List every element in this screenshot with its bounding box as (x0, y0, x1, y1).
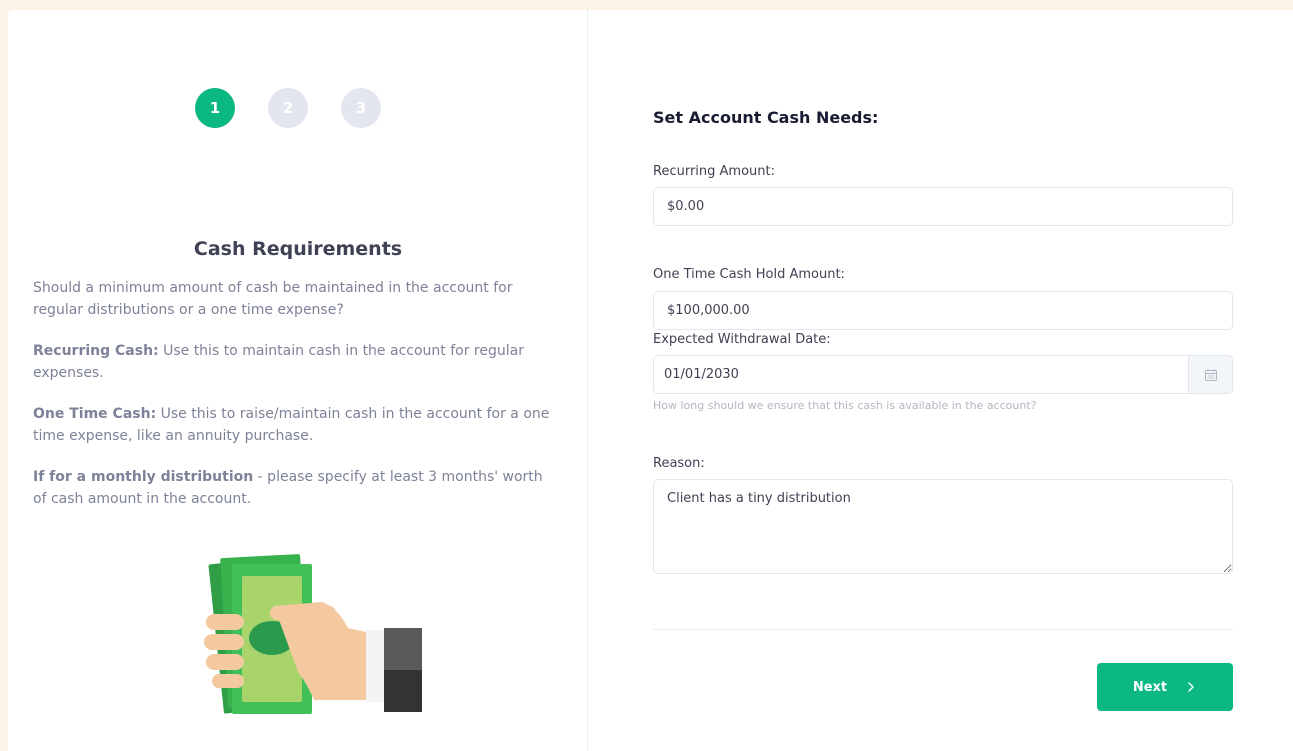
calendar-icon (1204, 368, 1217, 381)
one-time-cash-note: One Time Cash: Use this to raise/maintai… (33, 404, 558, 447)
monthly-distribution-note: If for a monthly distribution - please s… (33, 467, 558, 510)
next-button-label: Next (1132, 679, 1168, 695)
withdrawal-date-label: Expected Withdrawal Date: (653, 332, 831, 347)
step-3[interactable]: 3 (341, 88, 381, 128)
recurring-cash-note: Recurring Cash: Use this to maintain cas… (33, 341, 558, 384)
one-time-cash-label: One Time Cash: (33, 406, 157, 422)
reason-label: Reason: (653, 456, 705, 471)
hand-holding-cash-icon (204, 554, 422, 714)
recurring-cash-label: Recurring Cash: (33, 343, 159, 359)
chevron-right-icon (1188, 682, 1194, 692)
stepper: 1 2 3 (195, 88, 381, 128)
step-1[interactable]: 1 (195, 88, 235, 128)
wizard-card: 1 2 3 Cash Requirements Should a minimum… (8, 10, 1293, 751)
withdrawal-date-hint: How long should we ensure that this cash… (653, 399, 1037, 412)
panel-title: Cash Requirements (193, 238, 403, 260)
one-time-amount-label: One Time Cash Hold Amount: (653, 267, 845, 282)
description: Should a minimum amount of cash be maint… (33, 278, 558, 530)
calendar-button[interactable] (1188, 356, 1232, 393)
recurring-amount-label: Recurring Amount: (653, 164, 775, 179)
next-button[interactable]: Next (1097, 663, 1233, 711)
form-title: Set Account Cash Needs: (653, 108, 879, 127)
reason-textarea[interactable]: Client has a tiny distribution (653, 479, 1233, 574)
one-time-amount-input[interactable] (653, 291, 1233, 330)
withdrawal-date-group (653, 355, 1233, 394)
info-panel: 1 2 3 Cash Requirements Should a minimum… (8, 10, 588, 751)
withdrawal-date-input[interactable] (654, 356, 1188, 393)
form-panel: Set Account Cash Needs: Recurring Amount… (588, 10, 1293, 751)
recurring-amount-input[interactable] (653, 187, 1233, 226)
intro-text: Should a minimum amount of cash be maint… (33, 280, 513, 318)
step-2[interactable]: 2 (268, 88, 308, 128)
monthly-distribution-label: If for a monthly distribution (33, 469, 254, 485)
form-divider (653, 629, 1233, 630)
